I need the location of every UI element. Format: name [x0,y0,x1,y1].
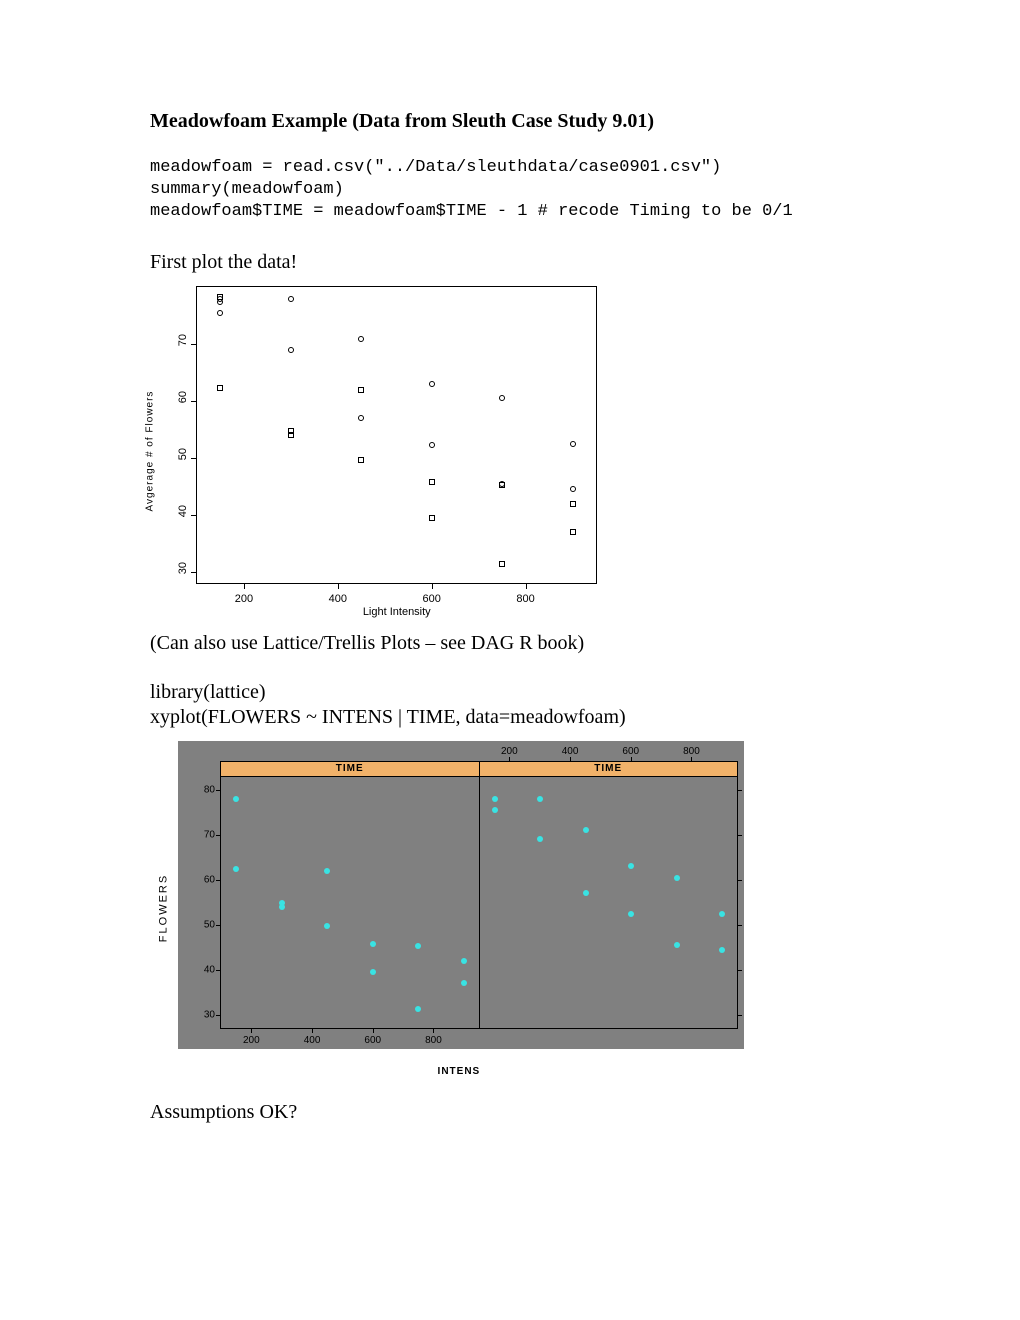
data-point [358,336,364,342]
data-point [429,381,435,387]
chart1-xlabel: Light Intensity [363,606,431,618]
data-point [415,943,421,949]
data-point [492,796,498,802]
data-point [583,890,589,896]
data-point [674,942,680,948]
lattice-code-2: xyplot(FLOWERS ~ INTENS | TIME, data=mea… [150,706,870,729]
data-point [583,827,589,833]
chart2-xlabel: INTENS [438,1066,481,1077]
data-point [324,868,330,874]
data-point [217,310,223,316]
data-point [628,863,634,869]
data-point [288,432,294,438]
data-point [217,294,223,300]
chart2-ylabel: FLOWERS [158,874,170,942]
chart-lattice: FLOWERS INTENS TIME TIME 304050607080200… [150,741,744,1075]
assumptions-text: Assumptions OK? [150,1101,870,1124]
chart1-ylabel: Avgerage # of Flowers [145,391,156,512]
page-title: Meadowfoam Example (Data from Sleuth Cas… [150,110,870,133]
chart2-panels: TIME TIME 304050607080200200400400600600… [220,761,738,1029]
data-point [233,796,239,802]
data-point [537,796,543,802]
chart2-panel-left-body [221,776,479,1028]
chart-base-scatter: Avgerage # of Flowers Light Intensity 30… [152,286,597,616]
data-point [570,441,576,447]
data-point [570,501,576,507]
data-point [461,980,467,986]
data-point [628,911,634,917]
chart1-plot-area: 3040506070200400600800 [196,286,597,584]
strip-label-left: TIME [221,762,479,777]
data-point [279,904,285,910]
chart2-panel-right-body [480,776,738,1028]
data-point [415,1006,421,1012]
strip-label-right: TIME [480,762,738,777]
lattice-code-1: library(lattice) [150,681,870,704]
data-point [537,836,543,842]
data-point [492,807,498,813]
data-point [429,515,435,521]
data-point [674,875,680,881]
data-point [288,347,294,353]
data-point [719,947,725,953]
chart2-frame: TIME TIME 304050607080200200400400600600… [178,741,744,1049]
data-point [570,486,576,492]
data-point [370,941,376,947]
code-block-1: meadowfoam = read.csv("../Data/sleuthdat… [150,157,870,223]
data-point [499,561,505,567]
data-point [358,387,364,393]
lattice-note: (Can also use Lattice/Trellis Plots – se… [150,632,870,655]
data-point [288,296,294,302]
data-point [719,911,725,917]
data-point [233,866,239,872]
data-point [429,479,435,485]
data-point [499,482,505,488]
data-point [217,385,223,391]
chart2-panel-right: TIME [479,762,738,1028]
data-point [461,958,467,964]
data-point [429,442,435,448]
data-point [358,415,364,421]
data-point [370,969,376,975]
data-point [570,529,576,535]
chart2-panel-left: TIME [221,762,479,1028]
data-point [499,395,505,401]
data-point [358,457,364,463]
data-point [324,923,330,929]
first-plot-text: First plot the data! [150,251,870,274]
